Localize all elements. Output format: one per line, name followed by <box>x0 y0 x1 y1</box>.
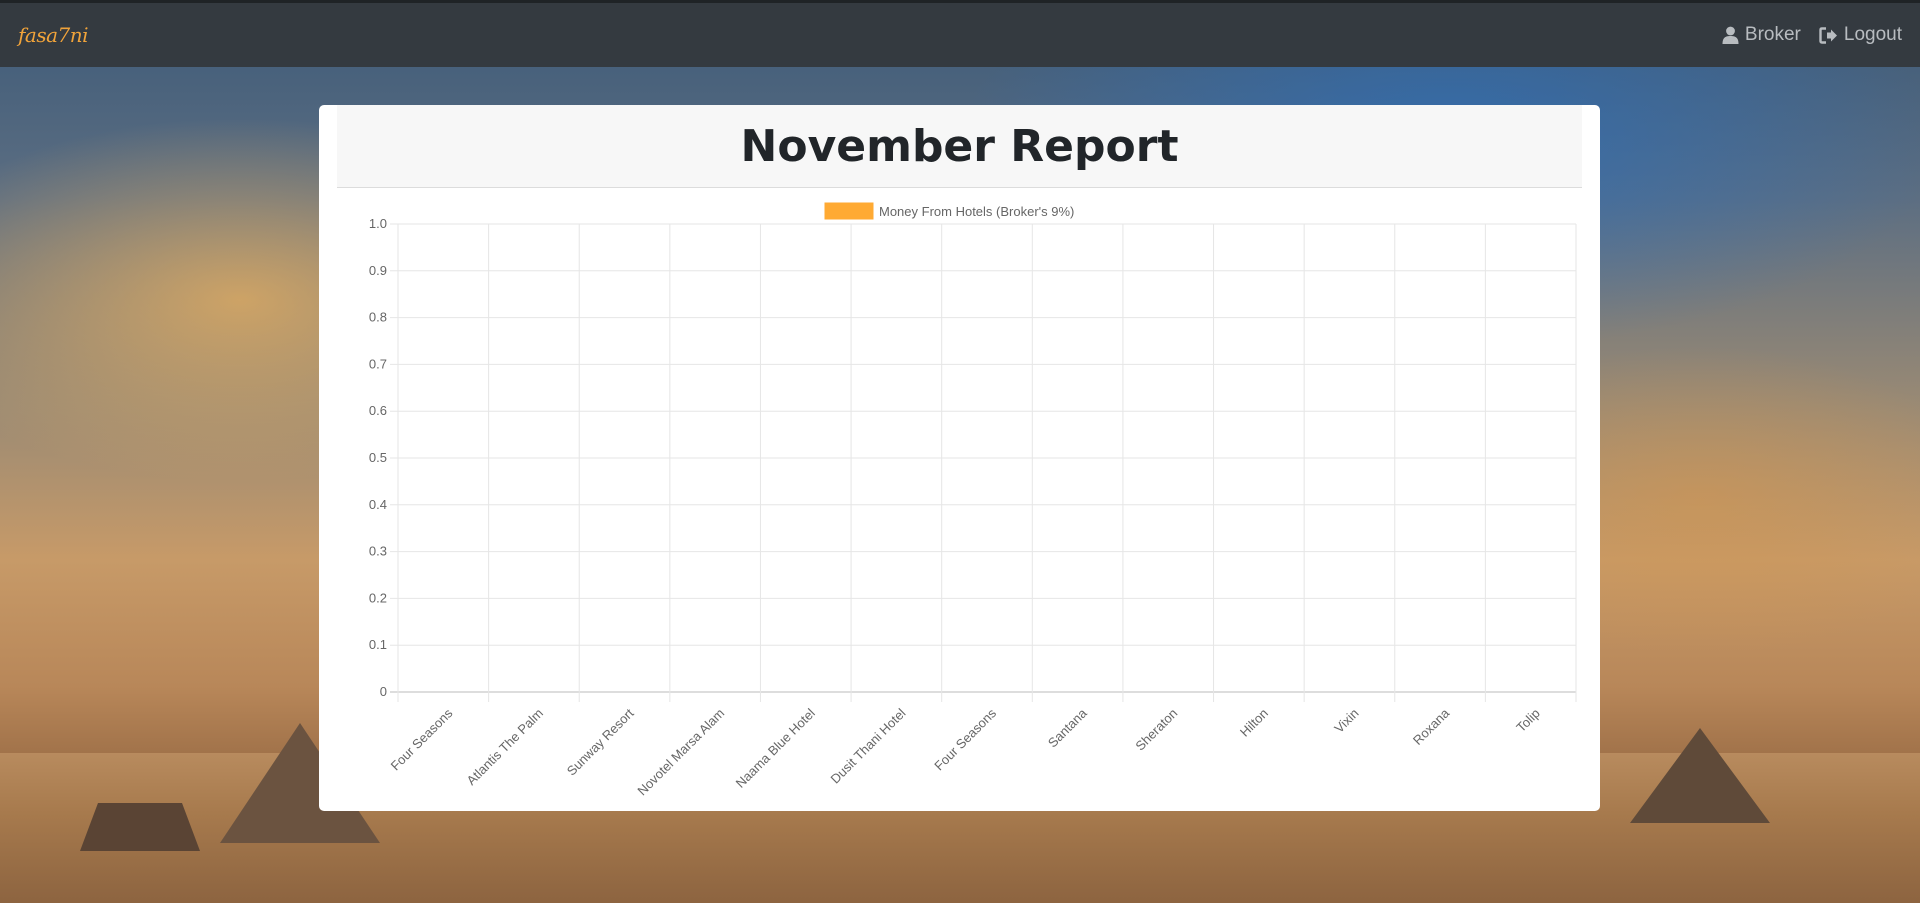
report-card: November Report Money From Hotels (Broke… <box>319 105 1600 811</box>
x-tick-label: Atlantis The Palm <box>464 706 546 788</box>
x-tick-label: Santana <box>1045 705 1090 750</box>
x-tick-label: Sunway Resort <box>564 705 637 778</box>
sign-out-icon <box>1819 26 1838 44</box>
y-tick-label: 0.9 <box>369 263 387 278</box>
user-icon <box>1722 26 1739 44</box>
y-tick-label: 0.7 <box>369 356 387 371</box>
logout-link[interactable]: Logout <box>1819 24 1902 46</box>
x-tick-label: Dusit Thani Hotel <box>828 705 909 786</box>
navbar: fasa7ni Broker Logout <box>0 0 1920 67</box>
report-chart: Money From Hotels (Broker's 9%) 0 0.1 0.2 0.… <box>369 202 1577 799</box>
y-tick-label: 1.0 <box>369 216 387 231</box>
x-tick-label: Vixin <box>1331 706 1361 736</box>
legend-label: Money From Hotels (Broker's 9%) <box>879 204 1074 219</box>
x-tick-label: Four Seasons <box>931 705 999 773</box>
x-tick-label: Tolip <box>1513 706 1543 736</box>
y-tick-label: 0 <box>380 684 387 699</box>
broker-link[interactable]: Broker <box>1722 24 1801 46</box>
brand-logo[interactable]: fasa7ni <box>18 23 89 47</box>
report-title: November Report <box>740 120 1179 172</box>
y-tick-label: 0.6 <box>369 403 387 418</box>
nav-right: Broker Logout <box>1722 24 1902 46</box>
report-header: November Report <box>337 105 1582 188</box>
x-tick-label: Novotel Marsa Alam <box>634 706 727 799</box>
small-pyramid <box>80 803 200 851</box>
x-tick-label: Roxana <box>1410 705 1453 748</box>
y-tick-label: 0.3 <box>369 544 387 559</box>
x-tick-label: Naama Blue Hotel <box>733 705 818 790</box>
x-tick-label: Four Seasons <box>388 705 456 773</box>
pyramid-right <box>1630 728 1770 823</box>
y-tick-label: 0.1 <box>369 637 387 652</box>
legend-swatch <box>824 202 874 220</box>
y-tick-label: 0.4 <box>369 497 387 512</box>
y-tick-label: 0.5 <box>369 450 387 465</box>
y-tick-label: 0.8 <box>369 310 387 325</box>
broker-label: Broker <box>1744 24 1801 45</box>
x-tick-label: Sheraton <box>1132 706 1180 754</box>
x-tick-label: Hilton <box>1237 706 1271 740</box>
y-tick-label: 0.2 <box>369 590 387 605</box>
logout-label: Logout <box>1843 24 1902 45</box>
